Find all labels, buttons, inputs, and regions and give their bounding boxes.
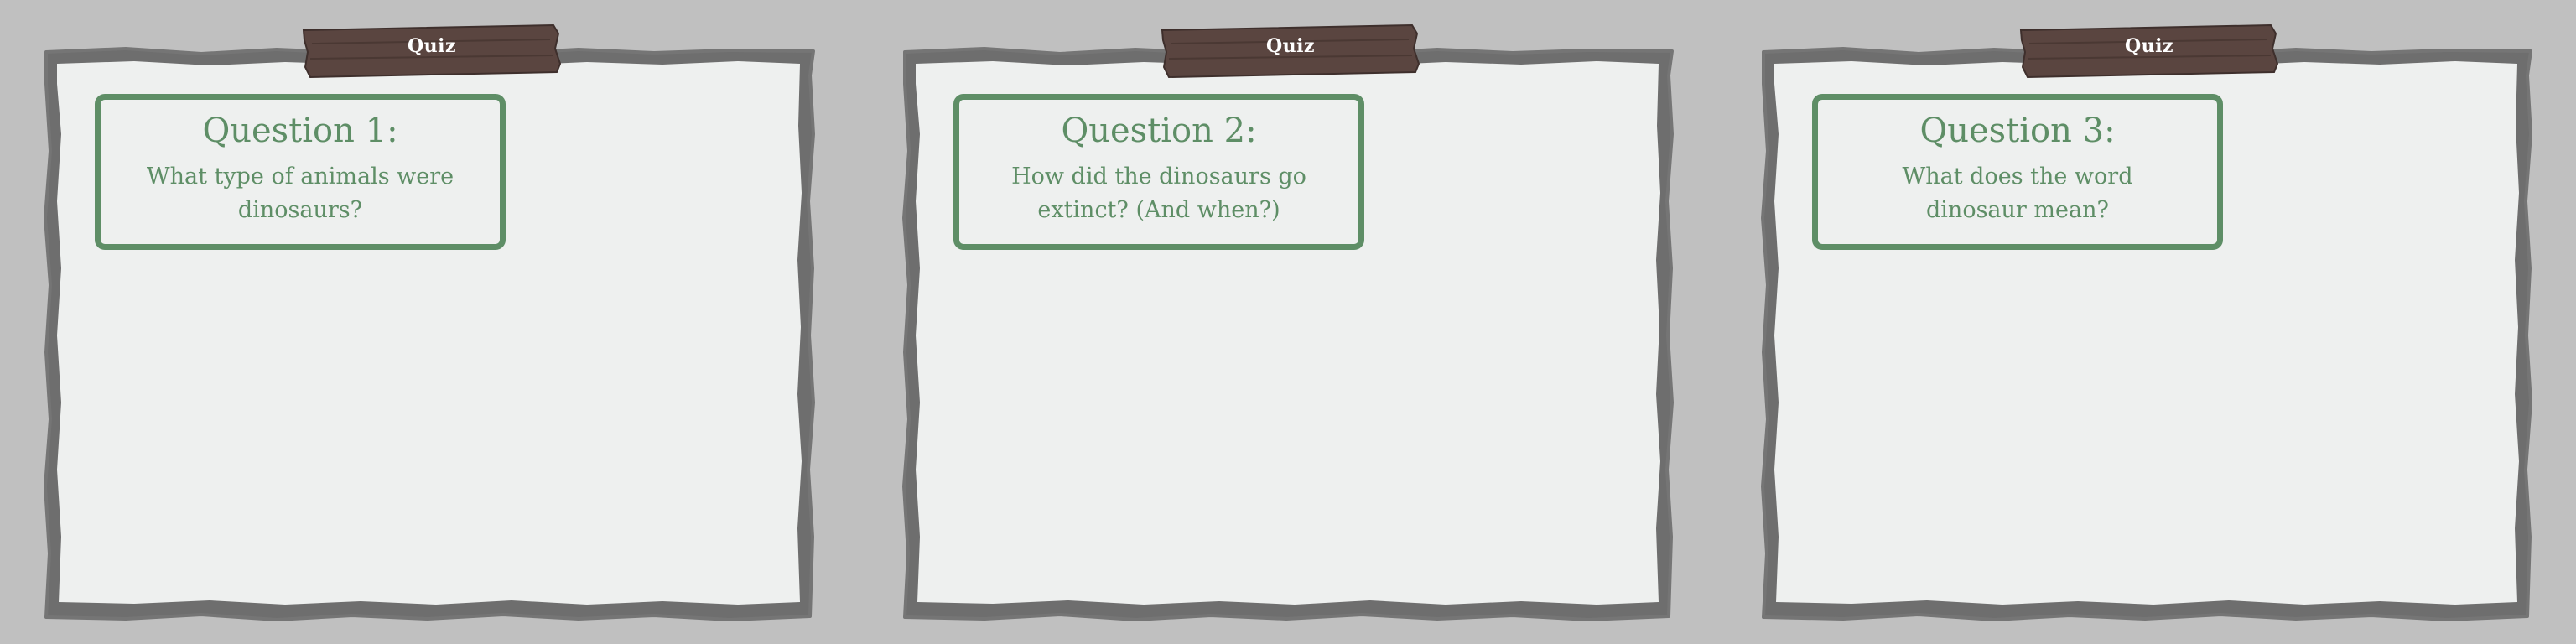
question-title: Question 3: bbox=[1919, 112, 2116, 150]
question-text: What type of animals were dinosaurs? bbox=[146, 164, 454, 223]
question-box: Question 3: What does the word dinosaur … bbox=[1812, 94, 2223, 250]
question-title: Question 2: bbox=[1061, 112, 1257, 150]
quiz-tab-label: Quiz bbox=[407, 35, 456, 57]
question-text: How did the dinosaurs go extinct? (And w… bbox=[1011, 164, 1306, 223]
question-text: What does the word dinosaur mean? bbox=[1902, 164, 2133, 223]
quiz-slide-3: Quiz Question 3: What does the word dino… bbox=[1717, 0, 2576, 644]
quiz-slide-2: Quiz Question 2: How did the dinosaurs g… bbox=[859, 0, 1717, 644]
quiz-tab-label: Quiz bbox=[2124, 35, 2174, 57]
question-title: Question 1: bbox=[202, 112, 398, 150]
quiz-tab-label: Quiz bbox=[1265, 35, 1315, 57]
question-box: Question 1: What type of animals were di… bbox=[95, 94, 506, 250]
question-box: Question 2: How did the dinosaurs go ext… bbox=[953, 94, 1364, 250]
quiz-slide-1: Quiz Question 1: What type of animals we… bbox=[0, 0, 859, 644]
